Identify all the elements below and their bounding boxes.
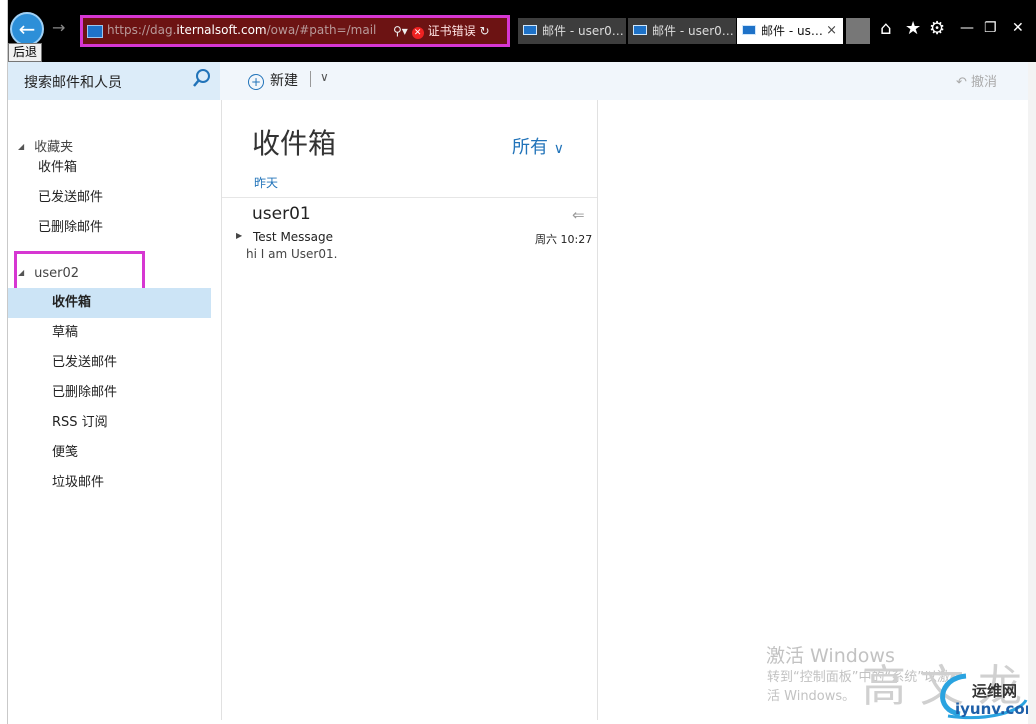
site-name-watermark: 运维网 [972, 682, 1018, 700]
refresh-icon[interactable]: ↻ [479, 24, 489, 38]
tab-label: 邮件 - user0… [542, 24, 624, 38]
favorite-deleted[interactable]: 已删除邮件 [0, 213, 211, 243]
browser-tab[interactable]: 邮件 - user0… [518, 18, 626, 44]
arrow-right-icon: → [52, 18, 66, 37]
star-icon[interactable]: ★ [905, 18, 921, 40]
search-icon[interactable]: ⚲▾ [393, 24, 408, 38]
address-url: https://dag.iternalsoft.com/owa/#path=/m… [107, 23, 376, 37]
folder-junk[interactable]: 垃圾邮件 [0, 468, 211, 498]
new-tab-button[interactable] [846, 18, 870, 44]
toolbar-divider [310, 71, 311, 87]
expand-triangle-icon[interactable]: ▶ [236, 231, 242, 240]
url-suffix: /owa/#path=/mail [266, 23, 377, 37]
message-list-pane [222, 100, 598, 720]
browser-tab-active[interactable]: 邮件 - us… × [737, 18, 843, 44]
folder-notes[interactable]: 便笺 [0, 438, 211, 468]
url-prefix: https://dag. [107, 23, 177, 37]
favorite-inbox[interactable]: 收件箱 [0, 153, 211, 183]
undo-button[interactable]: ↶ 撤消 [956, 71, 997, 90]
plus-icon: + [248, 74, 264, 90]
address-bar[interactable]: https://dag.iternalsoft.com/owa/#path=/m… [80, 15, 510, 47]
close-tab-icon[interactable]: × [826, 18, 837, 44]
undo-label: 撤消 [971, 75, 998, 90]
folder-title: 收件箱 [252, 127, 337, 160]
browser-tab[interactable]: 邮件 - user0… [628, 18, 736, 44]
collapse-triangle-icon: ◢ [18, 142, 25, 151]
url-domain: iternalsoft.com [176, 23, 267, 37]
new-mail-button[interactable]: + 新建 [248, 70, 298, 90]
minimize-icon[interactable]: — [960, 18, 974, 38]
envelope-icon [742, 25, 756, 35]
maximize-icon[interactable]: ❐ [984, 18, 997, 38]
message-subject: Test Message [253, 230, 334, 244]
gear-icon[interactable]: ⚙ [929, 18, 945, 40]
envelope-icon [633, 25, 647, 35]
filter-dropdown[interactable]: 所有 ∨ [512, 133, 564, 159]
home-icon[interactable]: ⌂ [880, 18, 891, 40]
folder-drafts[interactable]: 草稿 [0, 318, 211, 348]
cert-error-label[interactable]: 证书错误 [428, 24, 476, 38]
envelope-icon [87, 25, 103, 38]
search-input[interactable]: 搜索邮件和人员 [8, 62, 220, 100]
folder-sent[interactable]: 已发送邮件 [0, 348, 211, 378]
envelope-icon [523, 25, 537, 35]
folder-deleted[interactable]: 已删除邮件 [0, 378, 211, 408]
back-button[interactable]: ← [10, 12, 44, 46]
back-tooltip: 后退 [8, 43, 43, 62]
folder-rss[interactable]: RSS 订阅 [0, 408, 211, 438]
arrow-left-icon: ← [18, 17, 36, 41]
site-url-watermark: iyunv.com [955, 700, 1036, 718]
cert-error-icon[interactable]: ✕ [411, 27, 424, 39]
filter-label: 所有 [512, 137, 548, 158]
new-mail-label: 新建 [270, 73, 298, 89]
message-sender: user01 [252, 204, 311, 224]
window-close-icon[interactable]: ✕ [1012, 18, 1024, 38]
folder-inbox[interactable]: 收件箱 [0, 288, 211, 318]
search-icon[interactable] [192, 68, 212, 88]
undo-icon: ↶ [956, 75, 972, 90]
favorite-sent[interactable]: 已发送邮件 [0, 183, 211, 213]
scrollbar[interactable] [1028, 62, 1036, 724]
tab-label: 邮件 - user0… [652, 24, 734, 38]
forward-button[interactable]: → [52, 18, 65, 37]
chevron-down-icon[interactable]: ∨ [320, 70, 329, 84]
chevron-down-icon: ∨ [553, 141, 564, 157]
message-time: 周六 10:27 [535, 233, 593, 246]
address-tools: ⚲▾ ✕ 证书错误 ↻ [393, 22, 490, 39]
date-group-label: 昨天 [254, 176, 279, 190]
reading-pane [598, 100, 1028, 720]
message-preview: hi I am User01. [246, 247, 338, 261]
desktop-edge [0, 0, 8, 724]
tab-label: 邮件 - us… [761, 24, 823, 38]
reply-arrow-icon: ⇐ [572, 206, 585, 224]
list-divider [222, 197, 597, 198]
search-placeholder: 搜索邮件和人员 [24, 75, 122, 91]
